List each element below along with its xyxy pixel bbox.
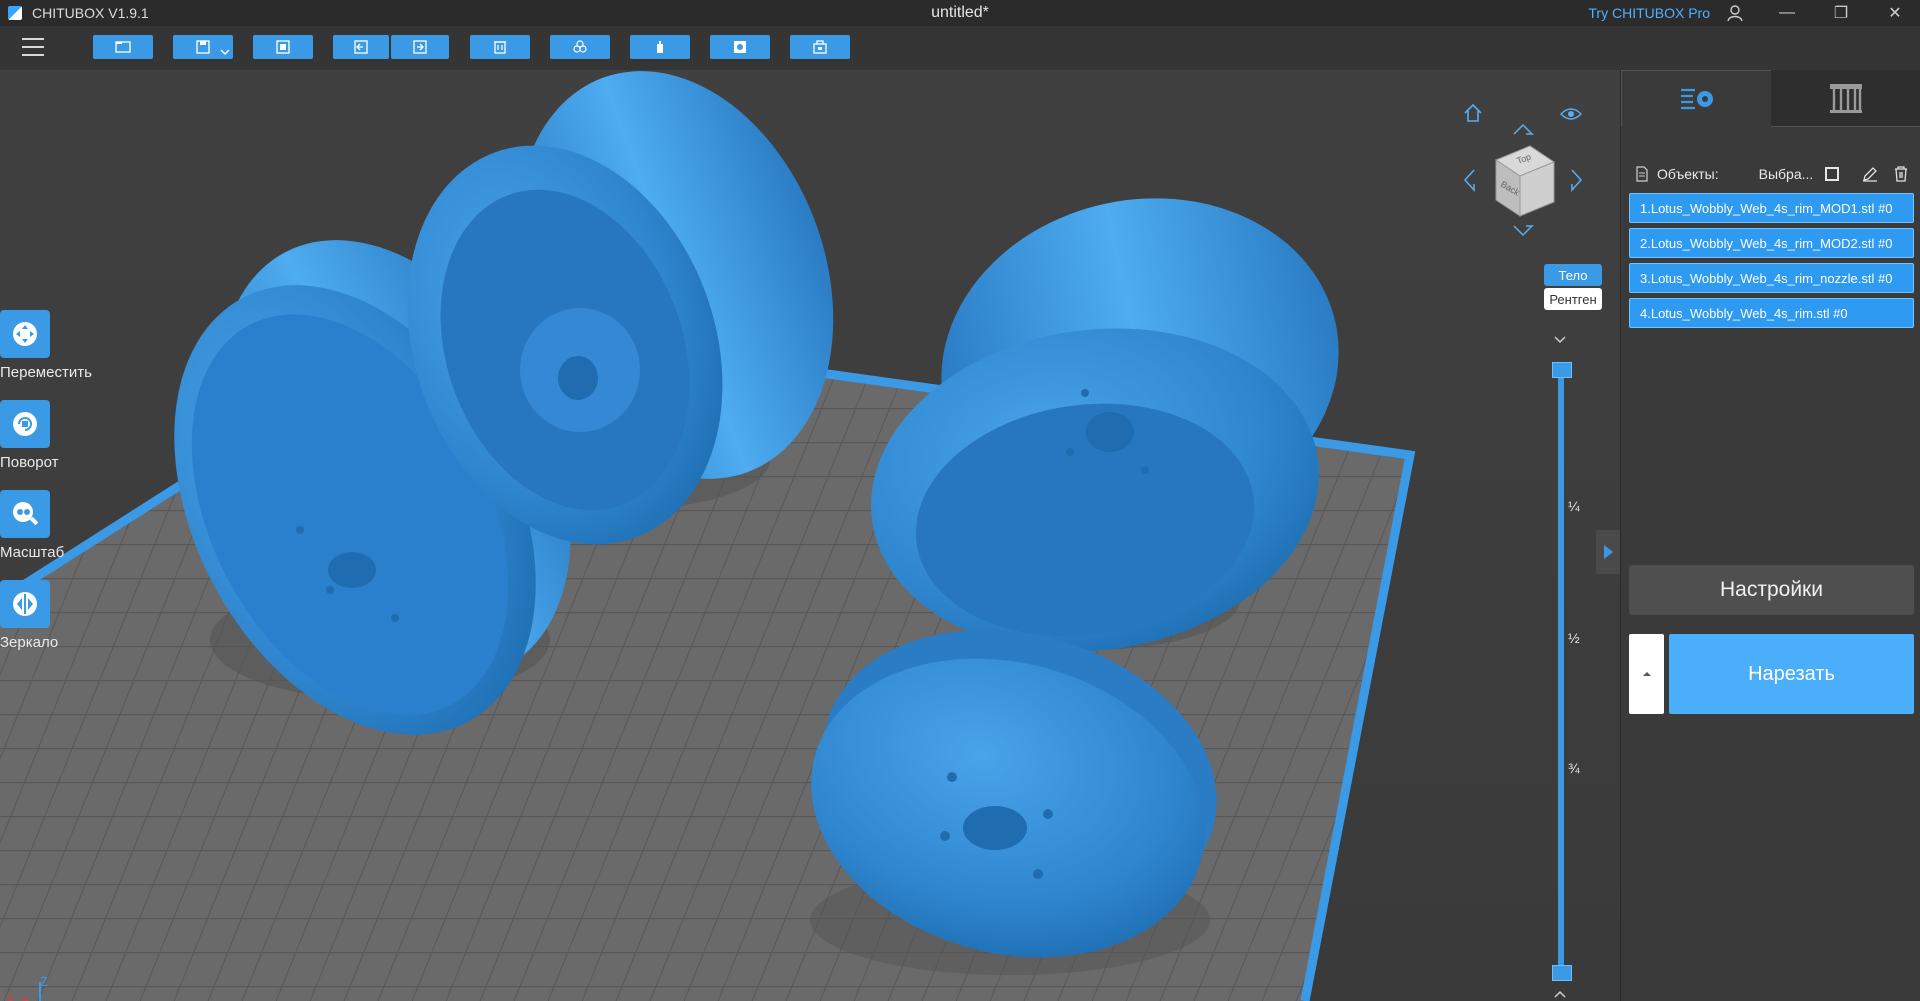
undo-button[interactable] <box>333 35 389 59</box>
move-tool[interactable]: Переместить <box>0 310 110 381</box>
axis-gizmo: Z X Y <box>6 974 48 1001</box>
edit-icon[interactable] <box>1861 165 1879 183</box>
save-icon <box>196 40 210 54</box>
support-button[interactable] <box>630 35 690 59</box>
object-list-item[interactable]: 4.Lotus_Wobbly_Web_4s_rim.stl #0 <box>1629 298 1914 328</box>
move-icon <box>0 310 50 358</box>
axis-z-label: Z <box>40 974 48 989</box>
slider-expand-icon[interactable] <box>1550 988 1570 1000</box>
title-bar: CHITUBOX V1.9.1 untitled* Try CHITUBOX P… <box>0 0 1920 26</box>
scale-icon <box>0 490 50 538</box>
rotate-icon <box>0 400 50 448</box>
object-list-item[interactable]: 1.Lotus_Wobbly_Web_4s_rim_MOD1.stl #0 <box>1629 193 1914 223</box>
slider-quarter-label: ¼ <box>1568 498 1580 514</box>
right-panel: Объекты: Выбра... 1.Lotus_Wobbly_Web_4s_… <box>1620 70 1920 1001</box>
auto-layout-button[interactable] <box>550 35 610 59</box>
user-icon[interactable] <box>1726 4 1744 22</box>
objects-header: Объекты: Выбра... <box>1635 162 1915 186</box>
view-up-arrow-icon[interactable] <box>1512 122 1534 138</box>
chevron-up-icon <box>1642 672 1651 676</box>
tab-objects-settings[interactable] <box>1621 70 1773 127</box>
hollow-icon <box>734 41 746 53</box>
document-icon <box>1636 166 1648 182</box>
panel-tabs <box>1621 70 1920 127</box>
import-icon <box>276 40 290 54</box>
layer-slider-top-handle[interactable] <box>1552 362 1572 378</box>
slice-options-button[interactable] <box>1629 634 1664 714</box>
app-name: CHITUBOX V1.9.1 <box>32 5 149 21</box>
rotate-tool[interactable]: Поворот <box>0 400 110 471</box>
3d-viewport[interactable]: Переместить Поворот Масштаб Зеркало Top … <box>0 70 1620 1001</box>
eye-icon[interactable] <box>1560 106 1582 122</box>
redo-icon <box>413 40 427 54</box>
scale-tool[interactable]: Масштаб <box>0 490 110 561</box>
print-icon <box>813 40 827 54</box>
view-left-arrow-icon[interactable] <box>1462 168 1478 192</box>
menu-icon[interactable] <box>22 38 44 56</box>
try-pro-link[interactable]: Try CHITUBOX Pro <box>1588 5 1710 21</box>
app-logo-icon <box>8 6 22 20</box>
scale-label: Масштаб <box>0 544 65 561</box>
select-all-label: Выбра... <box>1758 166 1814 182</box>
hollow-button[interactable] <box>710 35 770 59</box>
play-arrow-icon <box>1604 545 1613 559</box>
auto-layout-icon <box>573 40 587 53</box>
rotate-label: Поворот <box>0 454 59 471</box>
mirror-label: Зеркало <box>0 634 59 651</box>
slider-half-label: ½ <box>1568 630 1580 646</box>
open-folder-button[interactable] <box>93 35 153 59</box>
slider-three-quarter-label: ¾ <box>1568 760 1580 776</box>
panel-collapse-button[interactable] <box>1596 530 1620 574</box>
open-folder-icon <box>115 41 131 53</box>
list-gear-icon <box>1681 88 1713 110</box>
mirror-tool[interactable]: Зеркало <box>0 580 110 651</box>
close-button[interactable]: ✕ <box>1872 0 1918 26</box>
object-list-item[interactable]: 3.Lotus_Wobbly_Web_4s_rim_nozzle.stl #0 <box>1629 263 1914 293</box>
chevron-down-icon <box>220 49 230 55</box>
select-all-checkbox[interactable] <box>1825 167 1840 181</box>
slice-button[interactable]: Нарезать <box>1669 634 1914 714</box>
axis-x-label: X <box>6 992 15 1001</box>
supports-icon <box>1830 84 1862 113</box>
objects-label: Объекты: <box>1657 166 1719 182</box>
mirror-icon <box>0 580 50 628</box>
layer-slider-track[interactable] <box>1558 372 1564 972</box>
undo-icon <box>354 40 368 54</box>
trash-icon[interactable] <box>1893 165 1909 183</box>
object-list-item[interactable]: 2.Lotus_Wobbly_Web_4s_rim_MOD2.stl #0 <box>1629 228 1914 258</box>
view-right-arrow-icon[interactable] <box>1568 168 1584 192</box>
home-view-icon[interactable] <box>1462 102 1484 124</box>
body-mode-button[interactable]: Тело <box>1544 264 1602 286</box>
view-cube[interactable]: Top Back <box>1488 142 1558 222</box>
redo-button[interactable] <box>391 35 449 59</box>
move-label: Переместить <box>0 364 92 381</box>
import-button[interactable] <box>253 35 313 59</box>
print-button[interactable] <box>790 35 850 59</box>
tab-supports[interactable] <box>1771 70 1920 127</box>
delete-icon <box>494 41 506 54</box>
xray-mode-button[interactable]: Рентген <box>1544 288 1602 310</box>
save-button[interactable] <box>173 35 233 59</box>
delete-button[interactable] <box>470 35 530 59</box>
layer-slider-bottom-handle[interactable] <box>1552 965 1572 981</box>
view-down-arrow-icon[interactable] <box>1512 222 1534 238</box>
maximize-button[interactable]: ❐ <box>1818 0 1864 26</box>
main-toolbar <box>0 26 1920 71</box>
slice-group: Нарезать <box>1629 634 1914 714</box>
settings-button[interactable]: Настройки <box>1629 565 1914 615</box>
slider-collapse-icon[interactable] <box>1550 334 1570 346</box>
build-plate-scene[interactable] <box>0 70 1620 1001</box>
minimize-button[interactable]: — <box>1764 0 1810 26</box>
support-icon <box>657 41 663 53</box>
